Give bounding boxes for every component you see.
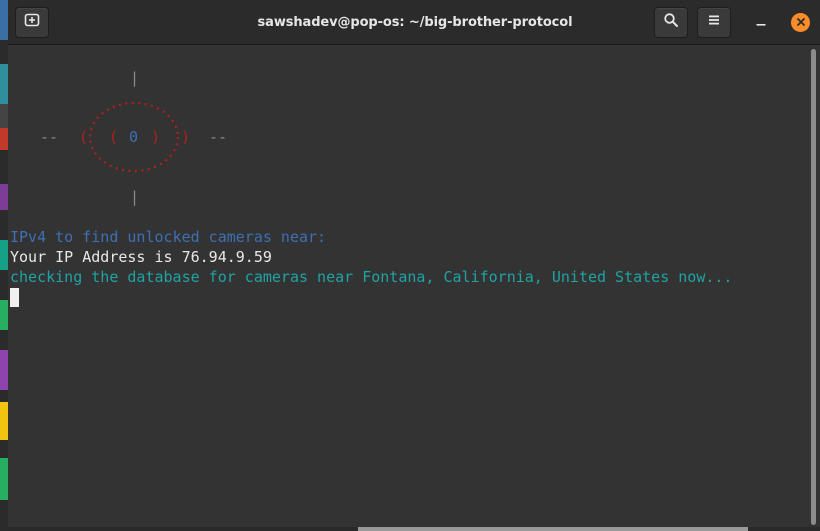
terminal-window: sawshadev@pop-os: ~/big-brother-protocol	[0, 0, 820, 531]
terminal-ip-line: Your IP Address is 76.94.9.59	[10, 248, 272, 266]
close-button[interactable]	[791, 13, 810, 32]
ascii-eye-pupil: 0	[129, 128, 138, 146]
minimize-icon	[755, 14, 767, 32]
search-button[interactable]	[654, 7, 688, 38]
close-icon	[796, 14, 806, 32]
menu-button[interactable]	[697, 7, 731, 38]
hamburger-menu-icon	[707, 13, 721, 32]
window-title: sawshadev@pop-os: ~/big-brother-protocol	[257, 15, 573, 30]
minimize-button[interactable]	[750, 12, 772, 34]
ascii-dash-left: --	[40, 128, 58, 146]
ascii-outer-paren-right: )	[181, 128, 190, 146]
terminal-prompt-line: IPv4 to find unlocked cameras near:	[10, 228, 327, 246]
ascii-inner-paren-left: (	[109, 128, 118, 146]
bottom-panel-segment	[358, 527, 748, 531]
new-tab-button[interactable]	[15, 7, 49, 38]
ascii-outer-paren-left: (	[79, 128, 88, 146]
terminal-cursor	[10, 288, 19, 307]
new-tab-icon	[24, 12, 40, 33]
ascii-top-bar: |	[130, 69, 139, 87]
terminal-scrollbar[interactable]	[808, 45, 820, 531]
ascii-eye-art: | -- -- ( ) ( ) 0 |	[40, 69, 227, 206]
ascii-bottom-bar: |	[130, 188, 139, 206]
header-bar: sawshadev@pop-os: ~/big-brother-protocol	[0, 0, 820, 45]
terminal-output[interactable]: | -- -- ( ) ( ) 0 | IPv4 to find unlocke…	[8, 45, 808, 531]
ascii-dash-right: --	[209, 128, 227, 146]
bottom-edge	[0, 527, 820, 531]
search-icon	[663, 12, 679, 33]
scrollbar-thumb[interactable]	[811, 49, 816, 525]
ascii-inner-paren-right: )	[151, 128, 160, 146]
terminal-checking-line: checking the database for cameras near F…	[10, 268, 733, 286]
dock-strip	[0, 0, 8, 531]
